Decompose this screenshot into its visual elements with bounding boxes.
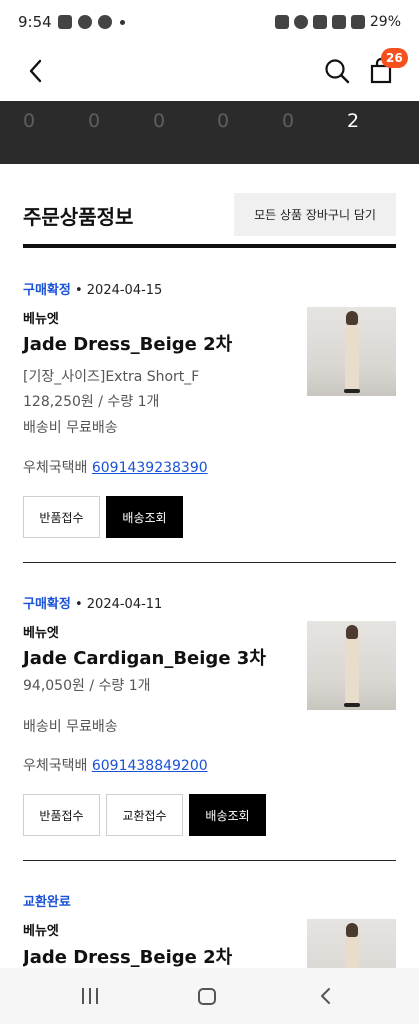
search-button[interactable] — [322, 56, 352, 86]
product-name[interactable]: Jade Cardigan_Beige 3차 — [23, 644, 266, 670]
chevron-left-icon — [321, 988, 330, 1004]
order-divider — [23, 860, 396, 861]
price-quantity: 128,250원 / 수량 1개 — [23, 394, 160, 410]
delivery-info: 우체국택배 6091438849200 — [23, 755, 208, 775]
battery-percent: 29% — [369, 14, 401, 30]
search-icon — [325, 59, 350, 84]
delivery-info: 우체국택배 6091439238390 — [23, 457, 208, 477]
order-status-line: 구매확정 • 2024-04-15 — [23, 279, 396, 298]
gallery-icon — [57, 15, 72, 29]
status-count-active[interactable]: 2 — [338, 110, 368, 132]
status-count[interactable]: 0 — [14, 110, 44, 132]
shipping-fee: 배송비 무료배송 — [23, 719, 118, 735]
top-header — [0, 44, 419, 100]
recent-apps-icon-bar — [89, 988, 91, 1004]
thumbnail-hair — [346, 625, 358, 639]
order-divider — [23, 562, 396, 563]
shipping-fee: 배송비 무료배송 — [23, 420, 118, 436]
alarm-icon — [293, 15, 308, 29]
recent-apps-icon-bar — [96, 988, 98, 1004]
system-back-button[interactable] — [316, 986, 336, 1006]
status-count[interactable]: 0 — [208, 110, 238, 132]
order-item: 구매확정 • 2024-04-11 베뉴엣 Jade Cardigan_Beig… — [23, 593, 396, 853]
status-count[interactable]: 0 — [144, 110, 174, 132]
return-request-button[interactable]: 반품접수 — [23, 794, 100, 836]
back-button[interactable] — [20, 56, 50, 86]
brand-name: 베뉴엣 — [23, 312, 59, 327]
home-button[interactable] — [198, 988, 216, 1005]
order-status: 교환완료 — [23, 895, 71, 910]
order-status: 구매확정 — [23, 283, 71, 298]
recent-apps-button[interactable] — [80, 988, 100, 1004]
recent-apps-icon — [82, 988, 84, 1004]
order-actions: 반품접수 교환접수 배송조회 — [23, 794, 266, 836]
battery-saver-icon — [274, 15, 289, 29]
product-thumbnail[interactable] — [307, 621, 396, 710]
section-divider — [23, 244, 396, 248]
thumbnail-shoes — [344, 703, 360, 707]
tracking-number-link[interactable]: 6091438849200 — [92, 758, 208, 774]
more-notifications-icon — [119, 19, 125, 25]
product-name[interactable]: Jade Dress_Beige 2차 — [23, 330, 232, 356]
status-time: 9:54 — [18, 13, 52, 31]
order-status-line: 교환완료 — [23, 891, 396, 910]
product-thumbnail[interactable] — [307, 307, 396, 396]
mute-icon — [312, 15, 327, 29]
order-item: 교환완료 베뉴엣 Jade Dress_Beige 2차 — [23, 891, 396, 968]
order-status-line: 구매확정 • 2024-04-11 — [23, 593, 396, 612]
order-date: • 2024-04-15 — [70, 283, 163, 298]
order-status: 구매확정 — [23, 597, 71, 612]
status-count[interactable]: 0 — [79, 110, 109, 132]
order-date: • 2024-04-11 — [70, 597, 163, 612]
courier-name: 우체국택배 — [23, 758, 92, 774]
status-right: 29% — [274, 14, 401, 30]
courier-name: 우체국택배 — [23, 460, 92, 476]
product-thumbnail[interactable] — [307, 919, 396, 968]
thumbnail-hair — [346, 923, 358, 937]
signal-icon — [350, 15, 365, 29]
wifi-icon — [331, 15, 346, 29]
brand-name: 베뉴엣 — [23, 924, 59, 939]
status-left: 9:54 — [18, 13, 125, 31]
brand-name: 베뉴엣 — [23, 626, 59, 641]
section-title: 주문상품정보 — [23, 205, 134, 229]
exchange-request-button[interactable]: 교환접수 — [106, 794, 183, 836]
order-status-counts: 0 0 0 0 0 2 — [0, 101, 419, 164]
status-bar: 9:54 29% — [0, 0, 419, 44]
product-option: [기장_사이즈]Extra Short_F — [23, 369, 200, 385]
cart-count-badge: 26 — [381, 48, 408, 68]
order-item: 구매확정 • 2024-04-15 베뉴엣 Jade Dress_Beige 2… — [23, 279, 396, 549]
app-notification-icon — [77, 15, 92, 29]
status-count[interactable]: 0 — [273, 110, 303, 132]
order-actions: 반품접수 배송조회 — [23, 496, 183, 538]
product-name[interactable]: Jade Dress_Beige 2차 — [23, 943, 232, 968]
track-delivery-button[interactable]: 배송조회 — [106, 496, 183, 538]
price-quantity: 94,050원 / 수량 1개 — [23, 678, 151, 694]
thumbnail-shoes — [344, 389, 360, 393]
add-all-to-cart-button[interactable]: 모든 상품 장바구니 담기 — [234, 193, 396, 236]
thumbnail-hair — [346, 311, 358, 325]
system-navigation-bar — [0, 968, 419, 1024]
chevron-left-icon — [29, 59, 42, 83]
track-delivery-button[interactable]: 배송조회 — [189, 794, 266, 836]
sync-icon — [97, 15, 112, 29]
return-request-button[interactable]: 반품접수 — [23, 496, 100, 538]
tracking-number-link[interactable]: 6091439238390 — [92, 460, 208, 476]
